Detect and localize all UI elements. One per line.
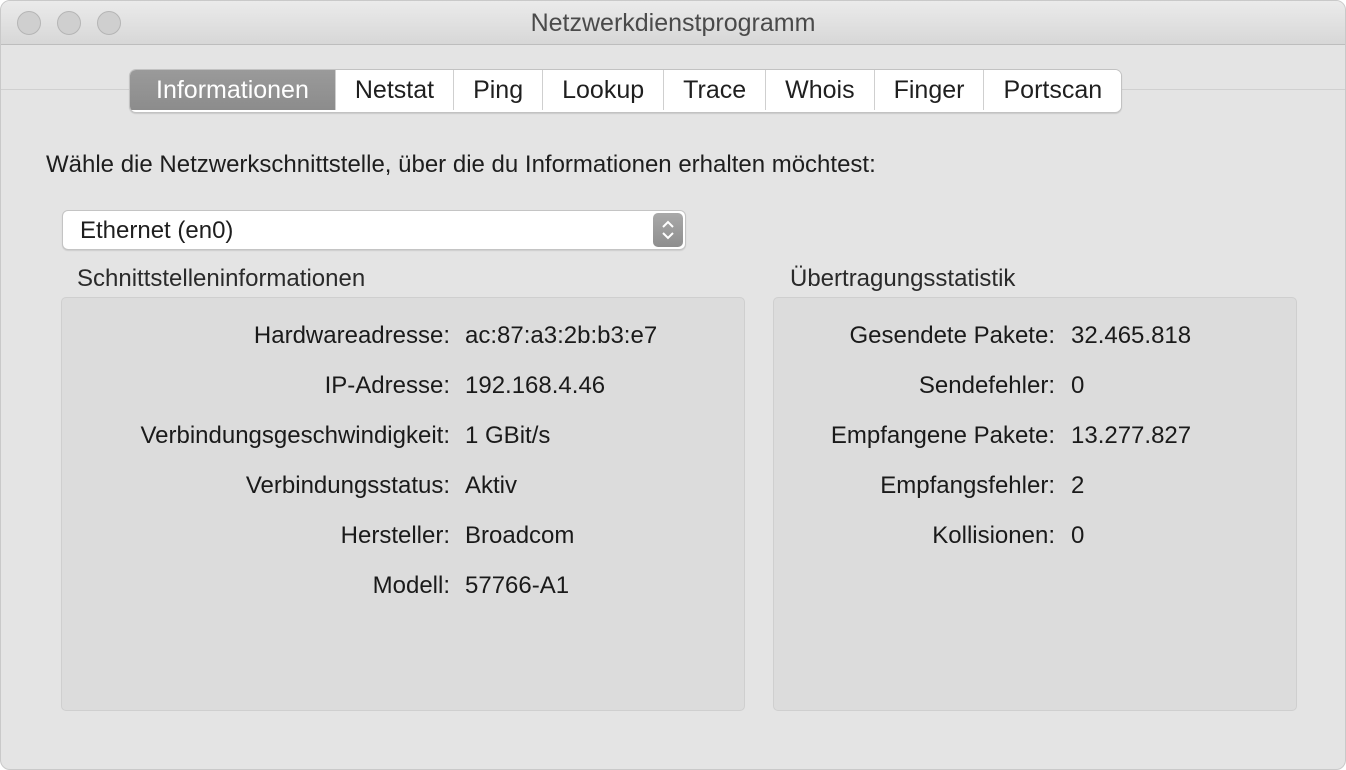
interface-info-row: Hardwareadresse: ac:87:a3:2b:b3:e7 (62, 319, 746, 353)
vendor-value: Broadcom (465, 522, 575, 549)
interface-info-row: Hersteller: Broadcom (62, 519, 746, 553)
window-title: Netzwerkdienstprogramm (530, 9, 816, 37)
model-label: Modell: (372, 572, 450, 599)
transfer-stats-row: Empfangene Pakete: 13.277.827 (774, 419, 1298, 453)
receive-errors-label: Empfangsfehler: (880, 472, 1055, 499)
tab-informationen[interactable]: Informationen (130, 70, 336, 110)
receive-errors-value: 2 (1071, 472, 1085, 499)
interface-prompt: Wähle die Netzwerkschnittstelle, über di… (46, 151, 876, 178)
updown-chevron-icon (653, 213, 683, 247)
transfer-stats-row: Kollisionen: 0 (774, 519, 1298, 553)
network-utility-window: Netzwerkdienstprogramm Informationen Net… (0, 0, 1346, 770)
interface-info-row: Modell: 57766-A1 (62, 569, 746, 603)
sent-packets-label: Gesendete Pakete: (849, 322, 1055, 349)
collisions-value: 0 (1071, 522, 1085, 549)
link-speed-value: 1 GBit/s (465, 422, 551, 449)
interface-info-title: Schnittstelleninformationen (77, 265, 366, 292)
collisions-label: Kollisionen: (932, 522, 1055, 549)
hardware-address-label: Hardwareadresse: (253, 322, 450, 349)
title-bar[interactable]: Netzwerkdienstprogramm (1, 1, 1345, 45)
interface-info-row: Verbindungsgeschwindigkeit: 1 GBit/s (62, 419, 746, 453)
ip-address-value: 192.168.4.46 (465, 372, 606, 399)
interface-info-row: Verbindungsstatus: Aktiv (62, 469, 746, 503)
tab-netstat[interactable]: Netstat (335, 70, 455, 110)
interface-select[interactable]: Ethernet (en0) (62, 210, 686, 250)
received-packets-value: 13.277.827 (1071, 422, 1192, 449)
tab-lookup[interactable]: Lookup (543, 70, 665, 110)
transfer-stats-row: Sendefehler: 0 (774, 369, 1298, 403)
link-status-value: Aktiv (465, 472, 518, 499)
link-status-label: Verbindungsstatus: (245, 472, 450, 499)
tab-bar: Informationen Netstat Ping Lookup Trace … (129, 69, 1123, 113)
sent-packets-value: 32.465.818 (1071, 322, 1192, 349)
ip-address-label: IP-Adresse: (324, 372, 450, 399)
transfer-stats-row: Gesendete Pakete: 32.465.818 (774, 319, 1298, 353)
send-errors-value: 0 (1071, 372, 1085, 399)
link-speed-label: Verbindungsgeschwindigkeit: (140, 422, 450, 449)
tab-whois[interactable]: Whois (766, 70, 875, 110)
tab-trace[interactable]: Trace (664, 70, 767, 110)
model-value: 57766-A1 (465, 572, 570, 599)
tab-ping[interactable]: Ping (454, 70, 544, 110)
send-errors-label: Sendefehler: (918, 372, 1055, 399)
tab-portscan[interactable]: Portscan (984, 70, 1122, 110)
interface-info-row: IP-Adresse: 192.168.4.46 (62, 369, 746, 403)
interface-info-panel: Hardwareadresse: ac:87:a3:2b:b3:e7 IP-Ad… (61, 297, 745, 711)
interface-select-value: Ethernet (en0) (80, 217, 234, 244)
vendor-label: Hersteller: (340, 522, 450, 549)
hardware-address-value: ac:87:a3:2b:b3:e7 (465, 322, 658, 349)
transfer-stats-row: Empfangsfehler: 2 (774, 469, 1298, 503)
transfer-stats-panel: Gesendete Pakete: 32.465.818 Sendefehler… (773, 297, 1297, 711)
received-packets-label: Empfangene Pakete: (830, 422, 1055, 449)
transfer-stats-title: Übertragungsstatistik (790, 265, 1016, 292)
tab-finger[interactable]: Finger (874, 70, 985, 110)
